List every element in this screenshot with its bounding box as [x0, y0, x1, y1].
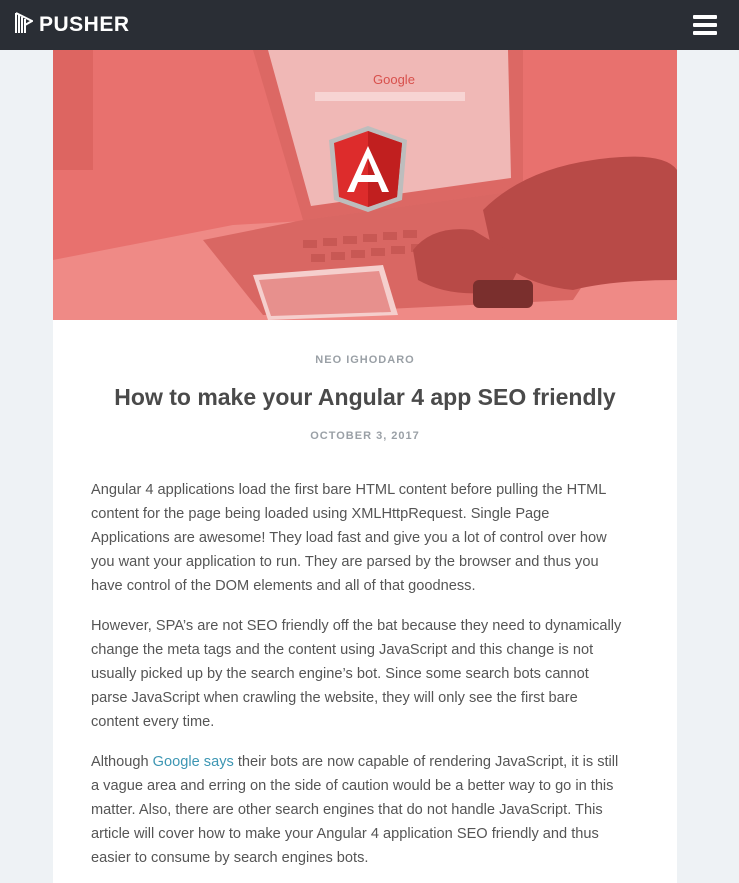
brand-name: PUSHER: [39, 13, 130, 36]
article-author[interactable]: NEO IGHODARO: [53, 354, 677, 366]
angular-logo-icon: [329, 126, 407, 212]
pusher-logo-icon: [15, 11, 35, 39]
article-date: OCTOBER 3, 2017: [310, 430, 420, 442]
article-title: How to make your Angular 4 app SEO frien…: [114, 384, 616, 410]
article-card: Google NEO IGHODARO How to make your Ang…: [53, 50, 677, 883]
brand-logo-link[interactable]: PUSHER: [15, 11, 130, 39]
article-body: Angular 4 applications load the first ba…: [91, 478, 643, 883]
hero-image: Google: [53, 50, 677, 320]
paragraph-1: Angular 4 applications load the first ba…: [91, 482, 607, 594]
top-navbar: PUSHER: [0, 0, 739, 50]
paragraph-2: However, SPA’s are not SEO friendly off …: [91, 618, 622, 730]
paragraph-3: Although Google says their bots are now …: [91, 754, 619, 866]
hero-screen-text: Google: [373, 72, 415, 87]
hamburger-menu-icon[interactable]: [693, 15, 717, 35]
google-says-link[interactable]: Google says: [153, 754, 234, 770]
